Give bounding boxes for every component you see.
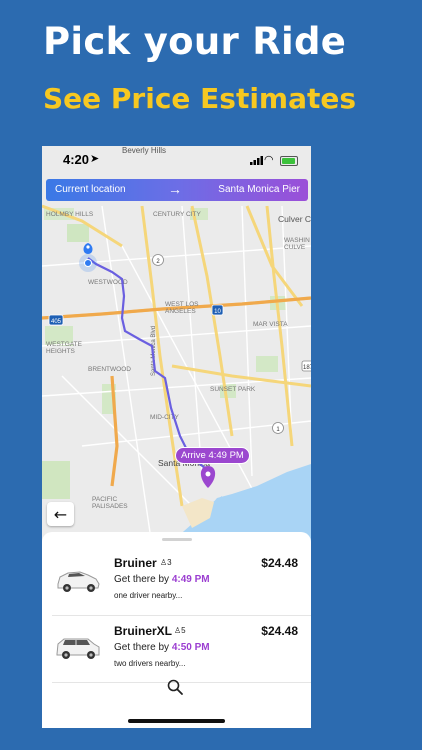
sheet-grabber[interactable] bbox=[162, 538, 192, 541]
seat-count: ♙3 bbox=[160, 558, 172, 567]
eta-time: 4:50 PM bbox=[171, 642, 210, 653]
highway-shield-2: 2 bbox=[152, 254, 164, 266]
route-arrow-icon: → bbox=[168, 181, 182, 197]
ride-options-sheet: Bruiner ♙3 $24.48 Get there by 4:49 PM o… bbox=[42, 532, 311, 728]
back-button[interactable]: ← bbox=[47, 502, 74, 526]
seat-count: ♙5 bbox=[174, 626, 186, 635]
highway-shield-187: 187 bbox=[301, 360, 311, 372]
map-label-mar-vista: MAR VISTA bbox=[253, 321, 288, 328]
back-arrow-icon: ← bbox=[53, 504, 68, 524]
eta-time: 4:49 PM bbox=[171, 574, 210, 585]
map-label-holmby-hills: HOLMBY HILLS bbox=[46, 211, 94, 218]
ride-price: $24.48 bbox=[261, 624, 298, 638]
wifi-icon: ◠ bbox=[264, 154, 274, 166]
status-time: 4:20 bbox=[63, 152, 90, 167]
route-destination[interactable]: Santa Monica Pier bbox=[218, 184, 300, 195]
eta-prefix: Get there by bbox=[114, 642, 170, 653]
map-label-century-city: CENTURY CITY bbox=[153, 211, 201, 218]
eta-line: Get there by 4:49 PM bbox=[114, 574, 210, 585]
svg-text:405: 405 bbox=[51, 319, 62, 325]
ride-option-bruiner[interactable]: Bruiner ♙3 $24.48 Get there by 4:49 PM o… bbox=[42, 550, 311, 612]
eta-line: Get there by 4:50 PM bbox=[114, 642, 210, 653]
map-label-culver-city: Culver C bbox=[278, 214, 311, 224]
map-label-brentwood: BRENTWOOD bbox=[88, 366, 131, 373]
location-arrow-icon: ➤ bbox=[90, 153, 100, 165]
promo-subheadline: See Price Estimates bbox=[43, 82, 357, 115]
row-divider bbox=[52, 615, 311, 616]
ride-price: $24.48 bbox=[261, 556, 298, 570]
ride-option-bruinerxl[interactable]: BruinerXL ♙5 $24.48 Get there by 4:50 PM… bbox=[42, 618, 311, 680]
suv-icon bbox=[56, 638, 100, 659]
map-label-beverly-hills: Beverly Hills bbox=[122, 146, 167, 155]
arrival-time-badge: Arrive 4:49 PM bbox=[175, 447, 250, 464]
home-indicator[interactable] bbox=[128, 719, 225, 723]
search-icon[interactable] bbox=[166, 678, 184, 696]
map-view[interactable]: 2 405 10 187 1 HOLMBY HILLS CENTURY CITY… bbox=[42, 146, 311, 546]
map-label-sunset-park: SUNSET PARK bbox=[210, 386, 256, 393]
svg-text:10: 10 bbox=[214, 309, 221, 315]
signal-icon bbox=[250, 156, 263, 165]
map-label-west-los-angeles: WEST LOS ANGELES bbox=[165, 301, 199, 315]
svg-text:187: 187 bbox=[303, 365, 311, 371]
promo-headline: Pick your Ride bbox=[43, 20, 347, 63]
driver-availability: two drivers nearby... bbox=[114, 659, 186, 668]
phone-screen: 2 405 10 187 1 HOLMBY HILLS CENTURY CITY… bbox=[42, 146, 311, 728]
eta-prefix: Get there by bbox=[114, 574, 170, 585]
battery-icon bbox=[280, 156, 298, 166]
park-area bbox=[67, 224, 89, 242]
route-origin[interactable]: Current location bbox=[55, 184, 126, 195]
highway-shield-1: 1 bbox=[272, 422, 284, 434]
route-bar[interactable]: Current location → Santa Monica Pier bbox=[46, 179, 308, 201]
status-bar: Beverly Hills 4:20 ➤ ◠ bbox=[42, 146, 311, 174]
park-area bbox=[42, 461, 70, 499]
car-icon bbox=[57, 571, 100, 592]
highway-shield-10: 10 bbox=[211, 304, 224, 316]
ride-name: Bruiner bbox=[114, 556, 157, 570]
highway-shield-405: 405 bbox=[48, 314, 64, 326]
park-area bbox=[256, 356, 278, 372]
ride-name: BruinerXL bbox=[114, 624, 173, 638]
driver-availability: one driver nearby... bbox=[114, 591, 183, 600]
